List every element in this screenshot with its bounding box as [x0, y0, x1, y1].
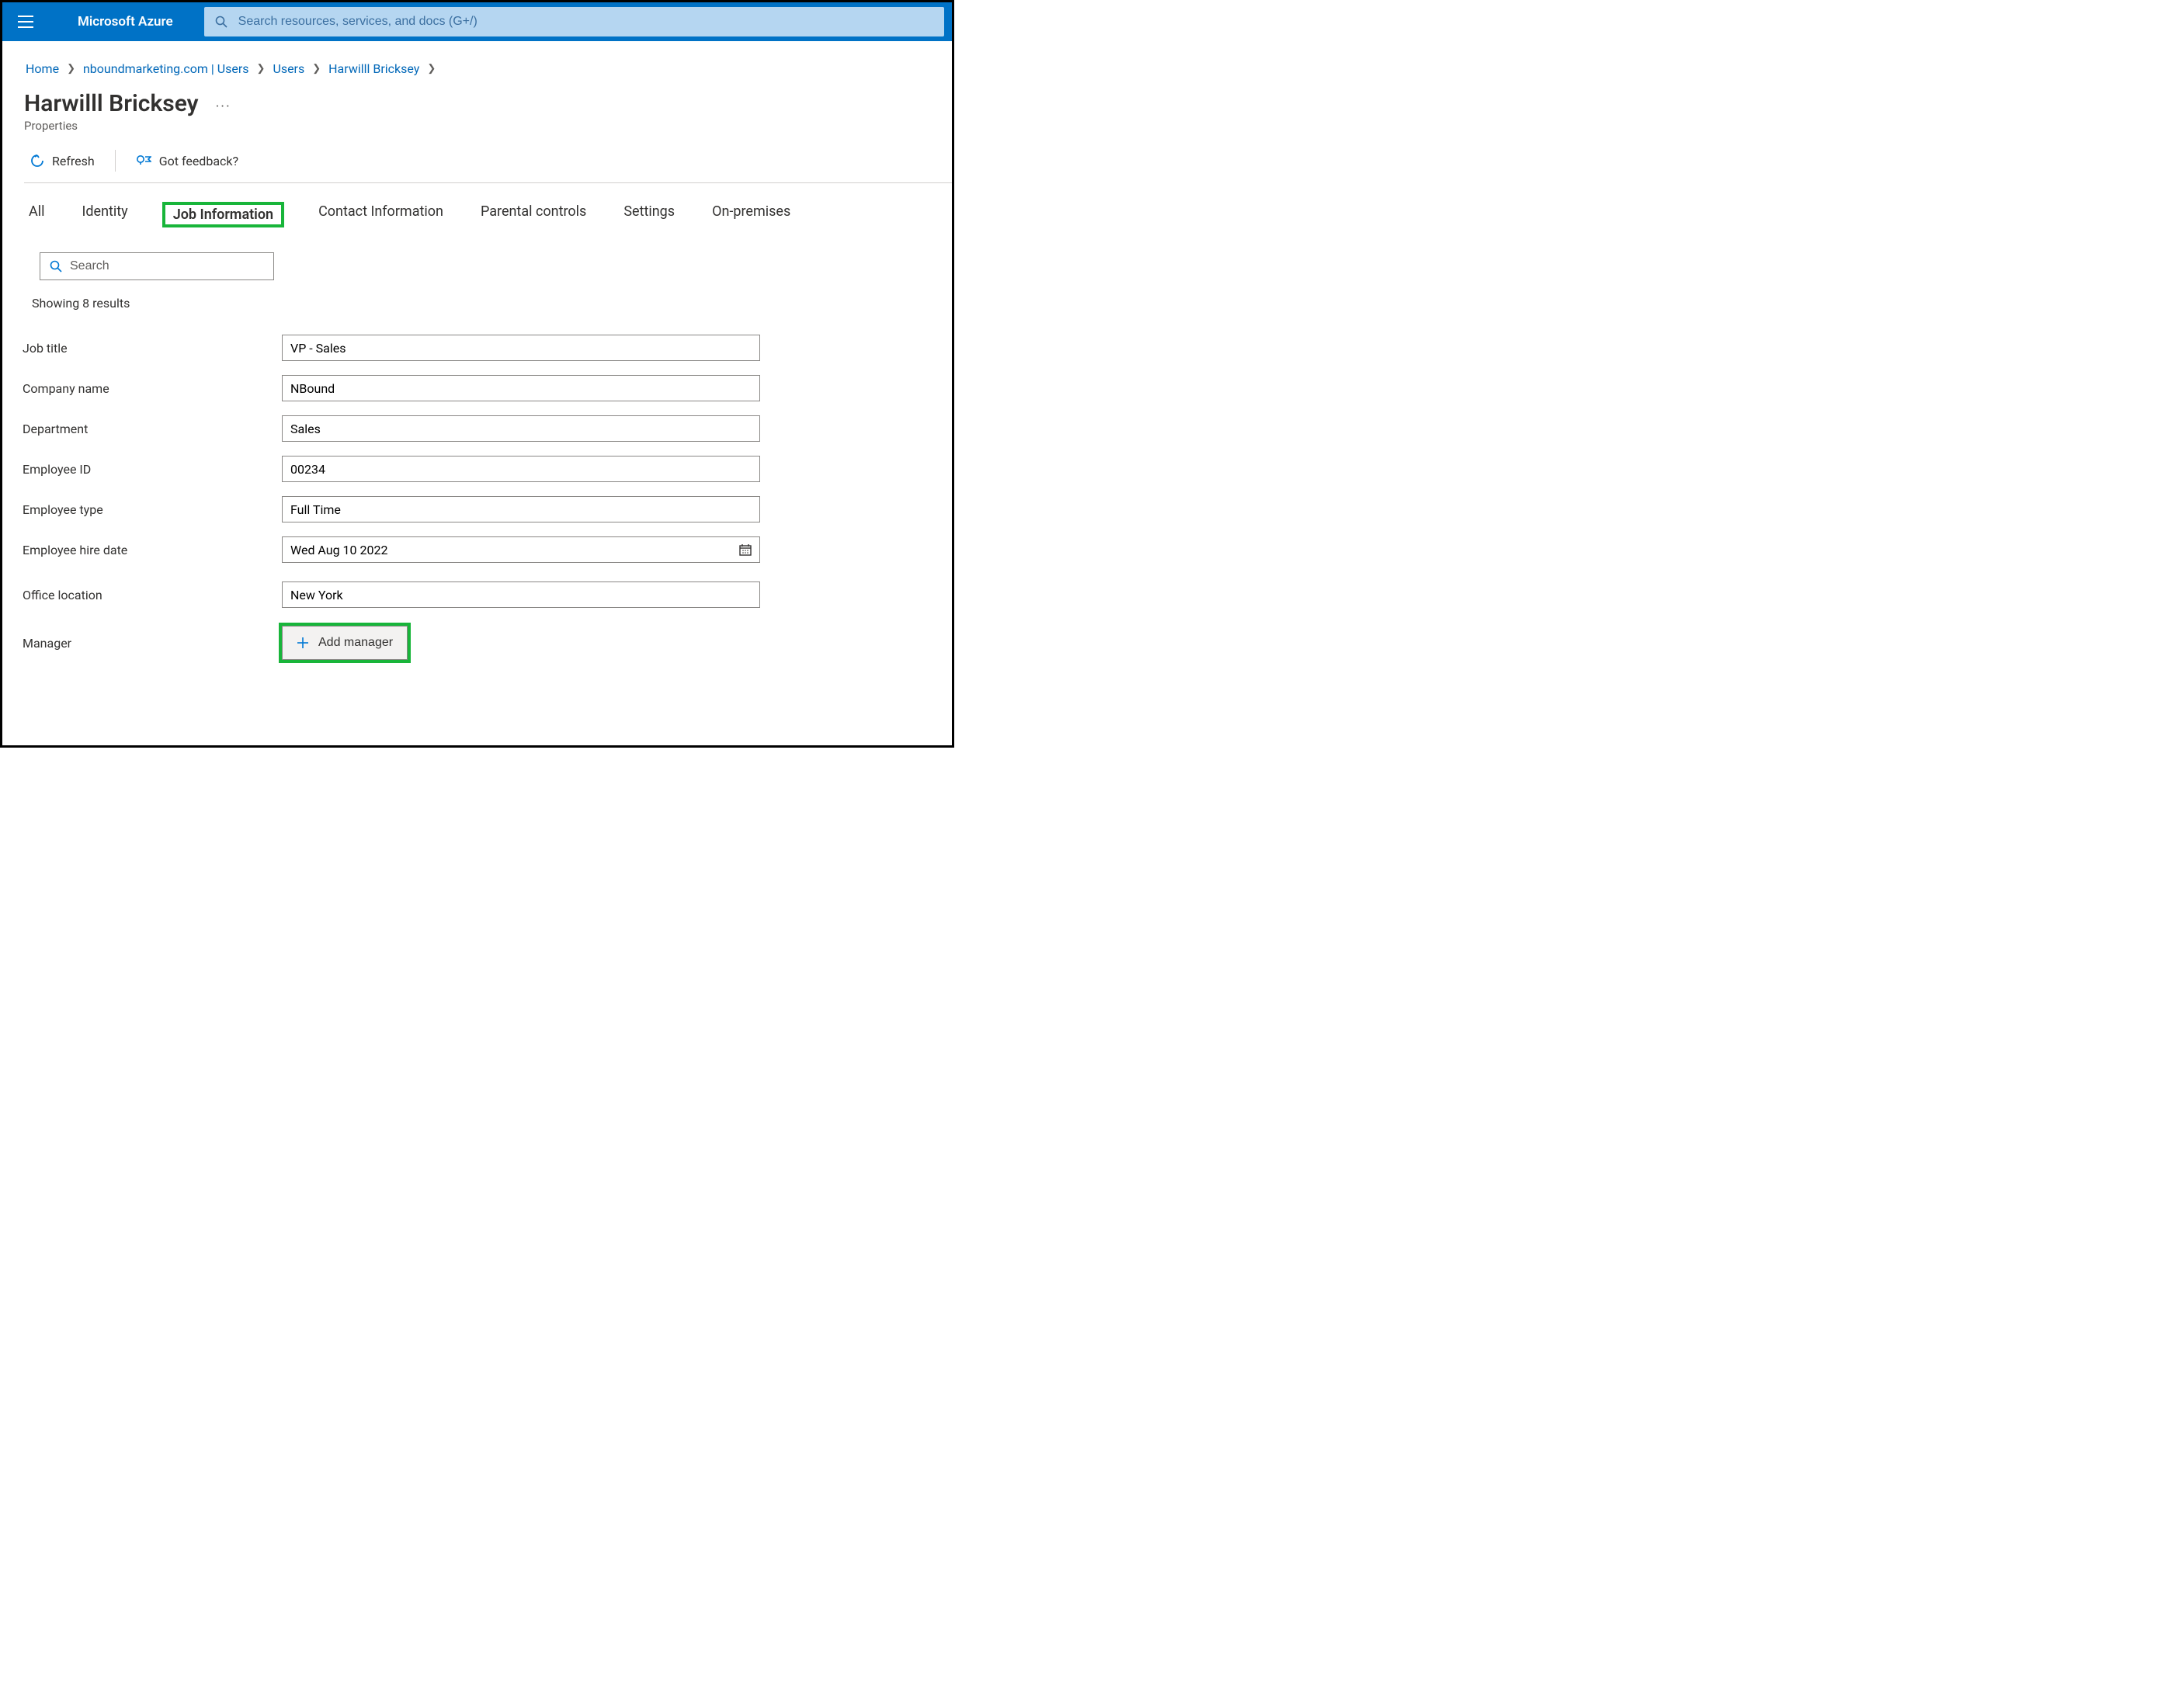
tab-all[interactable]: All	[26, 202, 48, 227]
breadcrumb-item[interactable]: Harwilll Bricksey	[328, 61, 419, 76]
command-bar: Refresh Got feedback?	[2, 133, 952, 182]
label-employee-id: Employee ID	[23, 462, 282, 477]
calendar-icon[interactable]	[739, 543, 752, 556]
label-office: Office location	[23, 588, 282, 602]
input-department[interactable]	[290, 422, 752, 436]
feedback-label: Got feedback?	[159, 154, 238, 168]
filter-search[interactable]	[40, 252, 274, 280]
tab-job-information[interactable]: Job Information	[162, 202, 284, 227]
global-search-input[interactable]	[238, 15, 933, 29]
chevron-right-icon: ❯	[427, 63, 436, 75]
breadcrumb-item[interactable]: Home	[26, 61, 59, 76]
field-job-title[interactable]	[282, 335, 760, 361]
field-hire-date[interactable]	[282, 536, 760, 563]
tab-parental-controls[interactable]: Parental controls	[478, 202, 589, 227]
input-office[interactable]	[290, 588, 752, 602]
field-employee-type[interactable]	[282, 496, 760, 522]
more-actions-icon[interactable]: ···	[216, 99, 231, 115]
tab-bar: All Identity Job Information Contact Inf…	[2, 183, 952, 227]
feedback-button[interactable]: Got feedback?	[136, 154, 238, 168]
search-icon	[215, 16, 227, 28]
plus-icon	[297, 637, 309, 649]
tab-contact-information[interactable]: Contact Information	[315, 202, 446, 227]
field-employee-id[interactable]	[282, 456, 760, 482]
results-count: Showing 8 results	[32, 296, 952, 311]
tab-identity[interactable]: Identity	[79, 202, 131, 227]
refresh-button[interactable]: Refresh	[30, 154, 95, 168]
search-icon	[50, 260, 62, 273]
global-search[interactable]	[204, 7, 944, 36]
add-manager-label: Add manager	[318, 636, 393, 650]
tab-on-premises[interactable]: On-premises	[709, 202, 794, 227]
global-header: Microsoft Azure	[2, 2, 952, 41]
label-department: Department	[23, 422, 282, 436]
input-job-title[interactable]	[290, 341, 752, 356]
add-manager-button[interactable]: Add manager	[282, 626, 408, 660]
field-office[interactable]	[282, 581, 760, 608]
label-hire-date: Employee hire date	[23, 543, 282, 557]
divider	[115, 150, 116, 172]
filter-search-input[interactable]	[70, 259, 264, 273]
label-job-title: Job title	[23, 341, 282, 356]
label-manager: Manager	[23, 636, 282, 651]
tab-settings[interactable]: Settings	[620, 202, 678, 227]
job-info-form: Job title Company name Department Employ…	[2, 311, 952, 663]
input-employee-type[interactable]	[290, 502, 752, 517]
breadcrumb-item[interactable]: nboundmarketing.com | Users	[83, 61, 249, 76]
chevron-right-icon: ❯	[312, 63, 321, 75]
page-header: Harwilll Bricksey ··· Properties	[2, 76, 952, 133]
breadcrumb: Home ❯ nboundmarketing.com | Users ❯ Use…	[2, 41, 952, 76]
brand-label[interactable]: Microsoft Azure	[78, 14, 173, 30]
chevron-right-icon: ❯	[67, 63, 75, 75]
label-employee-type: Employee type	[23, 502, 282, 517]
field-company[interactable]	[282, 375, 760, 401]
page-subtitle: Properties	[24, 119, 952, 133]
input-employee-id[interactable]	[290, 462, 752, 477]
hamburger-menu-icon[interactable]	[16, 12, 35, 31]
page-title: Harwilll Bricksey	[24, 90, 199, 117]
input-hire-date[interactable]	[290, 543, 739, 557]
feedback-icon	[136, 154, 151, 168]
refresh-icon	[30, 154, 44, 168]
label-company: Company name	[23, 381, 282, 396]
input-company[interactable]	[290, 381, 752, 396]
chevron-right-icon: ❯	[257, 63, 266, 75]
field-department[interactable]	[282, 415, 760, 442]
refresh-label: Refresh	[52, 154, 95, 168]
breadcrumb-item[interactable]: Users	[273, 61, 304, 76]
